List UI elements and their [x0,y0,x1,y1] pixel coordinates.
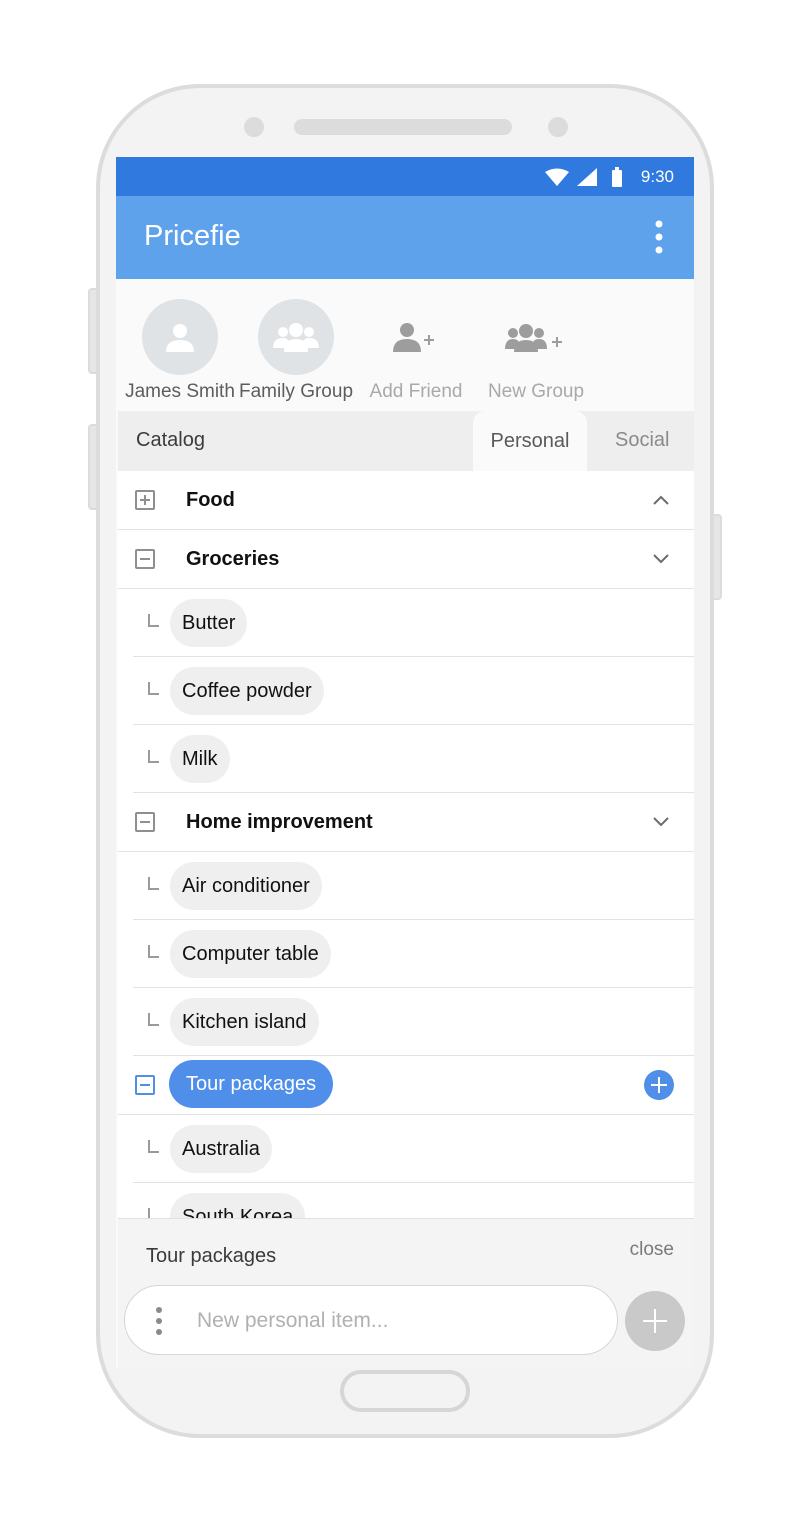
new-item-field[interactable] [124,1285,618,1355]
group-icon [258,299,334,375]
category-label: Groceries [186,548,280,570]
screen: 9:30 Pricefie James Smith Family Group A… [116,157,694,1368]
contact-label: Add Friend [369,381,463,402]
speaker-grille [294,119,512,135]
selected-category-title: Tour packages [146,1245,277,1267]
contact-label: New Group [487,381,585,402]
signal-icon [576,167,597,186]
contact-james-smith[interactable]: James Smith [122,285,238,403]
category-row-home-improvement[interactable]: Home improvement [118,793,694,852]
collapse-icon[interactable] [135,1075,155,1095]
list-item[interactable]: South Korea [133,1183,694,1218]
item-chip[interactable]: Coffee powder [170,667,324,715]
tree-branch-icon [148,1013,159,1026]
tab-bar: Catalog Personal Social [118,411,694,471]
collapse-icon[interactable] [135,812,155,832]
wifi-icon [544,168,569,186]
chevron-up-icon[interactable] [652,491,670,509]
category-row-groceries[interactable]: Groceries [118,530,694,589]
list-item[interactable]: Air conditioner [133,852,694,920]
category-label: Home improvement [186,811,373,833]
sensor [548,117,568,137]
add-person-icon [378,299,454,375]
category-row-food[interactable]: Food [118,471,694,530]
new-group-button[interactable]: New Group [478,285,594,403]
collapse-icon[interactable] [135,549,155,569]
item-chip[interactable]: Butter [170,599,248,647]
front-camera [244,117,264,137]
list-item[interactable]: Butter [133,589,694,657]
overflow-menu-icon[interactable] [654,220,664,254]
tree-branch-icon [148,1140,159,1153]
catalog-list: Food Groceries Butter Coffee powder Milk… [118,471,694,1218]
chevron-down-icon[interactable] [652,813,670,831]
bottom-input-sheet: Tour packages close [118,1218,694,1368]
category-row-tour-packages[interactable]: Tour packages [118,1056,694,1115]
contact-family-group[interactable]: Family Group [238,285,354,403]
item-chip[interactable]: Kitchen island [170,998,319,1046]
tab-social[interactable]: Social [615,429,669,452]
item-chip[interactable]: South Korea [170,1193,306,1218]
tree-branch-icon [148,945,159,958]
app-bar: Pricefie [116,196,694,279]
tree-branch-icon [148,614,159,627]
expand-icon[interactable] [135,490,155,510]
chevron-down-icon[interactable] [652,550,670,568]
list-item[interactable]: Computer table [133,920,694,988]
item-chip[interactable]: Computer table [170,930,331,978]
contact-label: James Smith [125,381,235,402]
status-bar: 9:30 [116,157,694,196]
close-button[interactable]: close [630,1239,674,1261]
item-chip[interactable]: Air conditioner [170,862,322,910]
person-icon [142,299,218,375]
tab-personal[interactable]: Personal [473,411,587,471]
add-item-button[interactable] [625,1291,685,1351]
item-chip[interactable]: Australia [170,1125,272,1173]
category-label: Food [186,489,235,511]
list-item[interactable]: Kitchen island [133,988,694,1056]
app-title: Pricefie [144,220,241,252]
add-circle-icon[interactable] [644,1070,674,1100]
home-button[interactable] [340,1370,470,1412]
status-time: 9:30 [640,166,674,186]
add-group-icon [498,299,574,375]
selected-category-chip[interactable]: Tour packages [169,1060,334,1108]
tree-branch-icon [148,750,159,763]
list-item[interactable]: Australia [133,1115,694,1183]
list-item[interactable]: Milk [133,725,694,793]
list-item[interactable]: Coffee powder [133,657,694,725]
tree-branch-icon [148,877,159,890]
add-friend-button[interactable]: Add Friend [358,285,474,403]
tree-branch-icon [148,1208,159,1218]
tree-branch-icon [148,682,159,695]
catalog-label: Catalog [136,429,205,451]
item-chip[interactable]: Milk [170,735,230,783]
contact-label: Family Group [238,381,354,402]
battery-icon [611,166,622,187]
more-options-icon[interactable] [155,1307,163,1335]
contacts-row: James Smith Family Group Add Friend New … [116,285,694,411]
new-item-input[interactable] [195,1300,599,1342]
